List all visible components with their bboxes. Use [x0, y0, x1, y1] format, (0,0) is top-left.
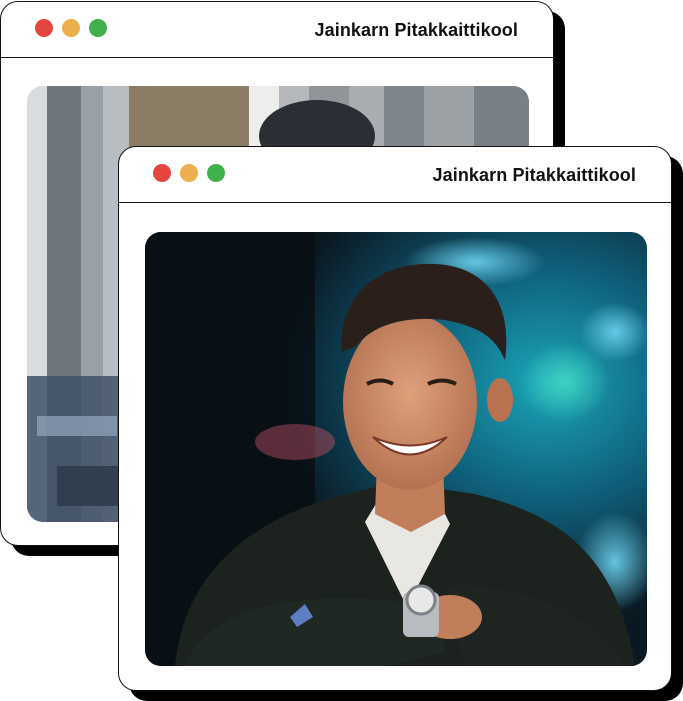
- window-title: Jainkarn Pitakkaittikool: [314, 20, 518, 40]
- maximize-button[interactable]: [89, 19, 107, 37]
- minimize-button[interactable]: [180, 164, 198, 182]
- minimize-button[interactable]: [62, 19, 80, 37]
- window-title: Jainkarn Pitakkaittikool: [432, 165, 636, 185]
- window-controls: [35, 19, 107, 37]
- maximize-button[interactable]: [207, 164, 225, 182]
- profile-photo-front: [145, 232, 647, 666]
- window-titlebar[interactable]: Jainkarn Pitakkaittikool: [1, 2, 553, 58]
- close-button[interactable]: [153, 164, 171, 182]
- window-controls: [153, 164, 225, 182]
- close-button[interactable]: [35, 19, 53, 37]
- window-titlebar[interactable]: Jainkarn Pitakkaittikool: [119, 147, 671, 203]
- window-front[interactable]: Jainkarn Pitakkaittikool: [118, 146, 672, 691]
